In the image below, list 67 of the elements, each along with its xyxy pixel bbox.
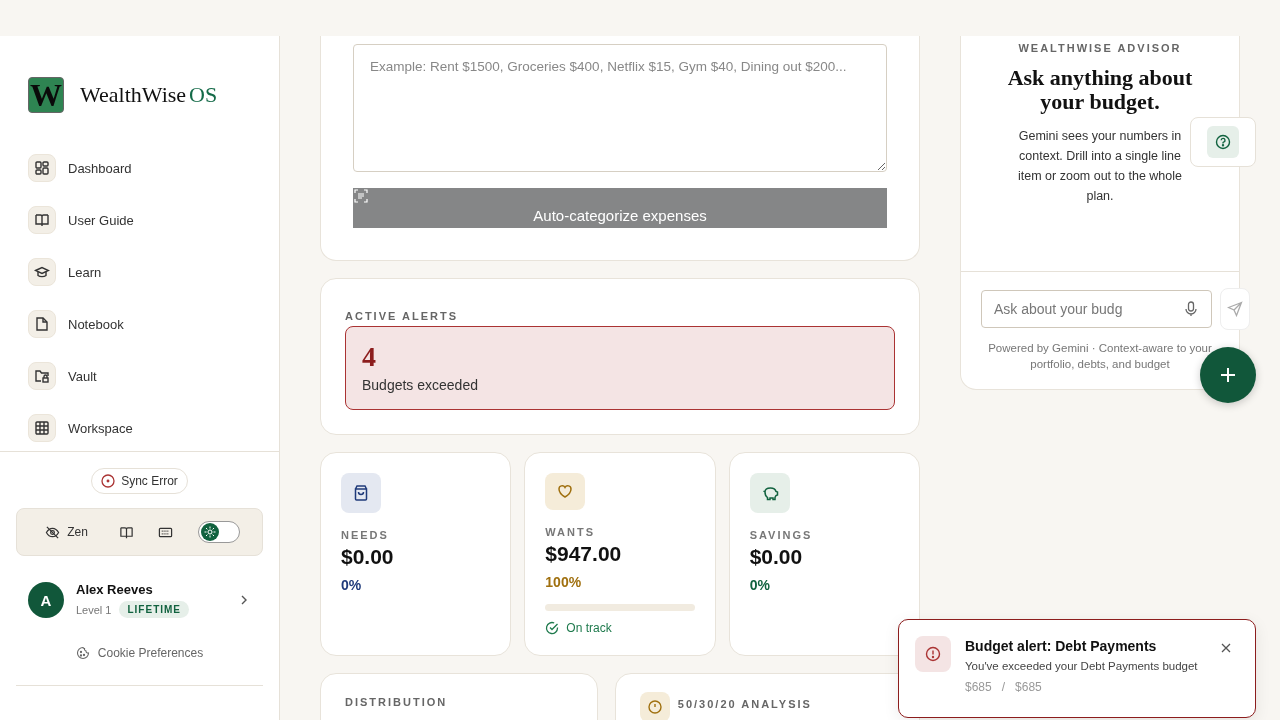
error-icon	[101, 474, 116, 488]
grid-table-icon	[34, 420, 50, 436]
grid-icon	[34, 160, 50, 176]
heart-icon	[556, 482, 575, 501]
logo-mark: W	[28, 77, 64, 113]
toast-message: You've exceeded your Debt Payments budget	[965, 660, 1199, 672]
limit-amount: $685	[1015, 680, 1042, 694]
theme-toggle[interactable]	[197, 521, 240, 543]
nav-item[interactable]: Dashboard	[28, 154, 251, 182]
user-name: Alex Reeves	[76, 582, 154, 597]
logo-text: WealthWiseOS	[80, 82, 218, 108]
category-amount: $0.00	[341, 545, 395, 569]
category-percent: 0%	[341, 577, 363, 593]
advisor-eyebrow: WEALTHWISE ADVISOR	[1018, 42, 1182, 54]
category-amount: $947.00	[545, 541, 623, 566]
nav-item[interactable]: Workspace	[28, 414, 251, 442]
cookie-preferences-link[interactable]: Cookie Preferences	[16, 646, 263, 660]
category-percent: 100%	[545, 573, 583, 590]
category-label: WANTS	[545, 525, 597, 538]
ask-input-field[interactable]: Ask about your budg	[981, 290, 1212, 328]
advisor-heading: Ask anything about your budget.	[1006, 66, 1194, 115]
alert-label: Budgets exceeded	[362, 377, 479, 393]
check-circle-icon	[545, 621, 560, 635]
close-icon[interactable]	[1219, 641, 1233, 655]
piggy-bank-icon	[760, 484, 779, 502]
alert-count: 4	[362, 343, 377, 371]
cookie-icon	[75, 646, 90, 660]
scan-text-icon	[354, 189, 368, 203]
section-title: ACTIVE ALERTS	[345, 310, 459, 322]
user-level: Level 1	[76, 603, 112, 616]
plus-icon	[1218, 365, 1238, 385]
status-label: On track	[566, 621, 612, 635]
category-amount: $0.00	[749, 545, 804, 569]
spent-amount: $685	[965, 680, 992, 694]
zen-button[interactable]: Zen	[39, 523, 94, 541]
nav-item[interactable]: Notebook	[28, 310, 251, 338]
graduation-cap-icon	[34, 264, 50, 280]
amount-separator: /	[1001, 680, 1006, 694]
nav-item[interactable]: Learn	[28, 258, 251, 286]
book-icon	[34, 212, 50, 228]
book-icon[interactable]	[118, 524, 134, 540]
auto-categorize-button[interactable]: Auto-categorize expenses	[353, 188, 887, 228]
section-title: DISTRIBUTION	[345, 696, 448, 708]
user-profile[interactable]: A Alex Reeves Level 1 LIFETIME	[16, 582, 263, 618]
microphone-icon[interactable]	[1184, 301, 1198, 317]
section-title: 50/30/20 ANALYSIS	[677, 698, 812, 710]
category-label: SAVINGS	[749, 529, 814, 541]
toast-title: Budget alert: Debt Payments	[965, 638, 1158, 654]
avatar: A	[28, 582, 64, 618]
send-icon	[1227, 301, 1243, 317]
shopping-bag-icon	[352, 484, 370, 502]
folder-lock-icon	[34, 368, 50, 384]
sync-error-button[interactable]: Sync Error	[91, 468, 188, 494]
category-percent: 0%	[749, 577, 771, 593]
expense-input-field[interactable]: Example: Rent $1500, Groceries $400, Netflix $15, Gym $40, Dining out $200...	[353, 44, 887, 172]
help-button[interactable]	[1190, 117, 1256, 167]
help-icon	[1215, 134, 1231, 150]
nav-item[interactable]: User Guide	[28, 206, 251, 234]
advisor-description: Gemini sees your numbers in context. Drill into a single line item or zoom out to the whole plan.	[1017, 128, 1183, 206]
advisor-footer: Powered by Gemini · Context-aware to your portfolio, debts, and budget	[981, 340, 1219, 373]
nav-item[interactable]: Vault	[28, 362, 251, 390]
category-label: NEEDS	[341, 529, 390, 541]
file-icon	[34, 316, 50, 332]
sun-icon	[203, 526, 216, 538]
eye-off-icon	[45, 524, 61, 540]
alert-icon	[925, 646, 941, 662]
plan-badge: LIFETIME	[119, 601, 190, 618]
